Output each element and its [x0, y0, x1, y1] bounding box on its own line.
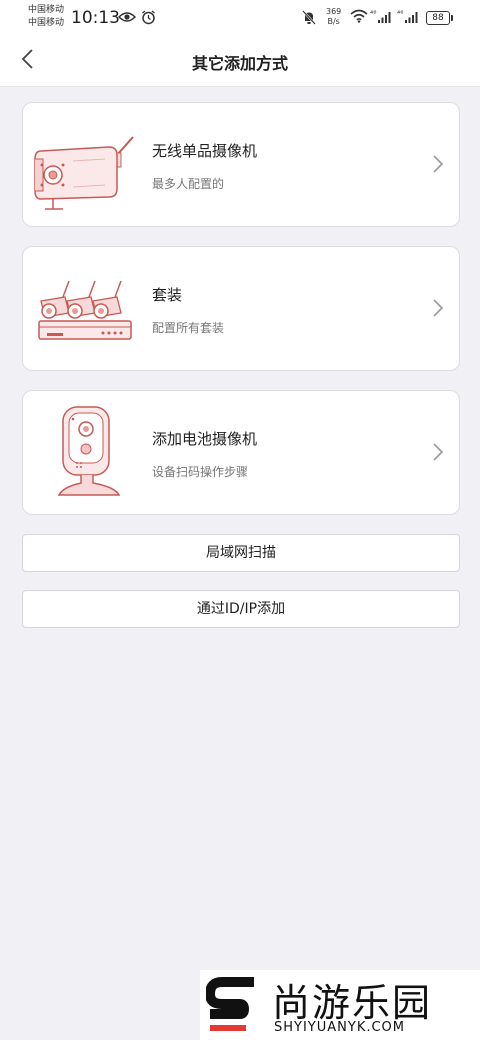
chevron-right-icon: [431, 441, 445, 463]
net-speed-unit: B/s: [327, 17, 340, 26]
wifi-icon: [350, 9, 368, 27]
alarm-icon: [141, 10, 156, 29]
option-subtitle: 设备扫码操作步骤: [152, 465, 249, 479]
option-subtitle: 配置所有套装: [152, 321, 225, 335]
battery-indicator: 88: [426, 11, 453, 25]
status-bar: 中国移动 中国移动 10:13 369 B/s ⁴⁶ ⁴⁶ 88: [0, 0, 480, 36]
eye-icon: [117, 10, 137, 28]
status-time: 10:13: [71, 8, 120, 28]
watermark-name: 尚游乐园: [272, 981, 433, 1025]
chevron-right-icon: [431, 153, 445, 175]
option-subtitle: 最多人配置的: [152, 177, 225, 191]
net-speed-value: 369: [326, 7, 342, 16]
battery-camera-illustration: [33, 405, 139, 501]
page-title: 其它添加方式: [191, 54, 288, 73]
lan-scan-button[interactable]: 局域网扫描: [22, 534, 460, 572]
carrier-1: 中国移动: [28, 5, 65, 15]
option-kit[interactable]: 套装 配置所有套装: [22, 246, 460, 371]
option-wireless-camera[interactable]: 无线单品摄像机 最多人配置的: [22, 102, 460, 227]
option-title: 无线单品摄像机: [152, 142, 258, 160]
watermark: 尚游乐园 SHYIYUANYK.COM: [200, 970, 480, 1040]
carrier-2: 中国移动: [28, 18, 65, 28]
signal-bars-icon: [405, 11, 419, 27]
app-header: 其它添加方式: [0, 36, 480, 87]
signal-2-label: ⁴⁶: [397, 9, 404, 18]
option-title: 套装: [152, 286, 183, 304]
add-by-id-button[interactable]: 通过ID/IP添加: [22, 590, 460, 628]
camera-kit-illustration: [33, 261, 139, 357]
option-title: 添加电池摄像机: [152, 430, 258, 448]
watermark-url: SHYIYUANYK.COM: [274, 1020, 405, 1035]
watermark-logo-icon: [204, 976, 258, 1034]
carrier-labels: 中国移动 中国移动: [28, 4, 64, 30]
mute-bell-icon: [302, 10, 316, 29]
chevron-right-icon: [431, 297, 445, 319]
bullet-camera-illustration: [33, 117, 139, 213]
signal-bars-icon: [378, 11, 392, 27]
option-battery-camera[interactable]: 添加电池摄像机 设备扫码操作步骤: [22, 390, 460, 515]
signal-1-label: ⁴⁶: [370, 9, 377, 18]
net-speed: 369 B/s: [326, 7, 341, 27]
